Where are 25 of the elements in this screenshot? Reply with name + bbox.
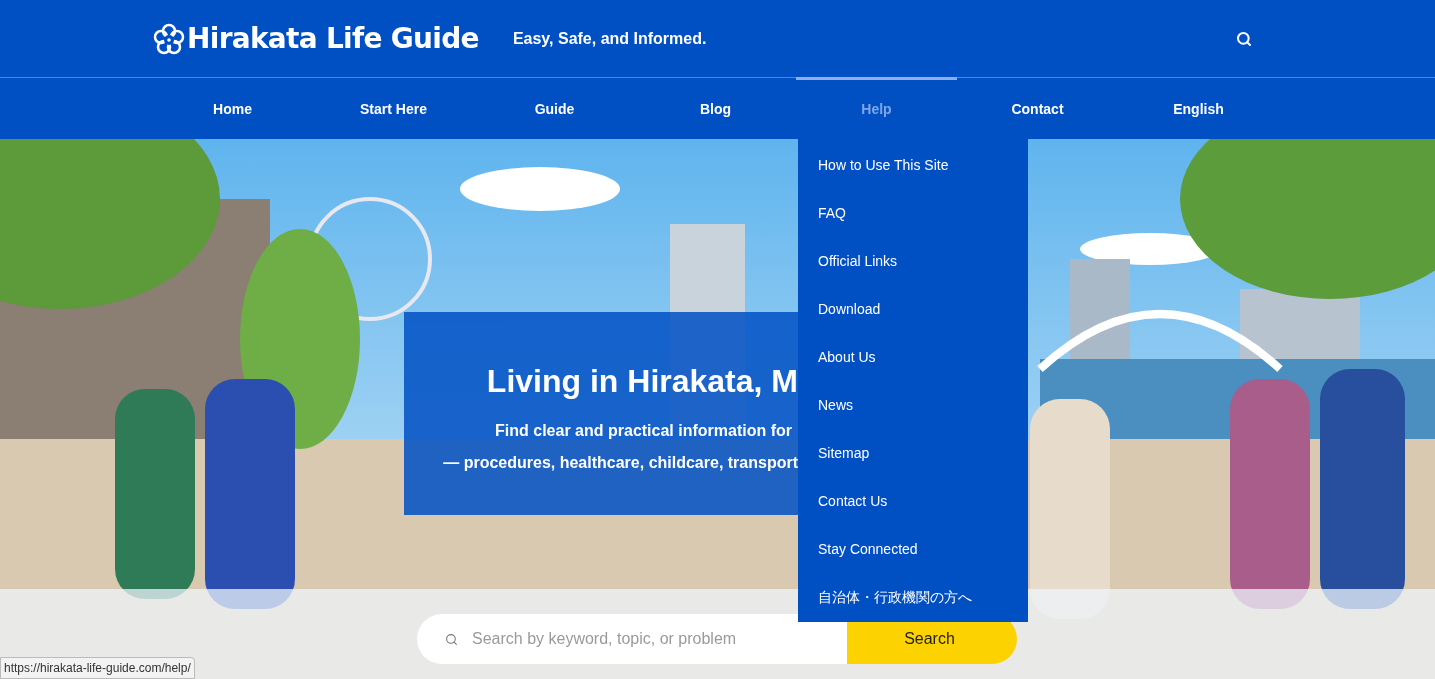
nav-tab[interactable]: Guide xyxy=(474,77,635,138)
dropdown-item[interactable]: News xyxy=(798,381,1028,430)
hero-subtitle: Find clear and practical information for xyxy=(495,420,793,441)
flower-logo-icon xyxy=(153,22,185,55)
nav-tab[interactable]: Start Here xyxy=(313,77,474,138)
search-icon xyxy=(445,632,458,646)
dropdown-item[interactable]: How to Use This Site xyxy=(798,141,1028,190)
nav-tab[interactable]: Blog xyxy=(635,77,796,138)
hero-title: Living in Hirakata, M xyxy=(486,361,798,401)
search-icon[interactable] xyxy=(1236,30,1252,47)
nav-tab[interactable]: English xyxy=(1118,77,1279,138)
dropdown-item[interactable]: Download xyxy=(798,285,1028,334)
dropdown-item[interactable]: Stay Connected xyxy=(798,525,1028,574)
nav-tab[interactable]: Home xyxy=(152,77,313,138)
hero-subtitle: — procedures, healthcare, childcare, transport xyxy=(443,452,798,473)
dropdown-item[interactable]: About Us xyxy=(798,333,1028,382)
dropdown-item[interactable]: Contact Us xyxy=(798,477,1028,526)
site-logo[interactable]: Hirakata Life Guide xyxy=(187,17,479,60)
dropdown-item[interactable]: Official Links xyxy=(798,237,1028,286)
dropdown-item[interactable]: Sitemap xyxy=(798,429,1028,478)
search-placeholder: Search by keyword, topic, or problem xyxy=(472,629,737,649)
status-url: https://hirakata-life-guide.com/help/ xyxy=(0,657,195,679)
tagline: Easy, Safe, and Informed. xyxy=(512,28,707,49)
nav-tab[interactable]: Contact xyxy=(957,77,1118,138)
dropdown-item[interactable]: FAQ xyxy=(798,189,1028,238)
